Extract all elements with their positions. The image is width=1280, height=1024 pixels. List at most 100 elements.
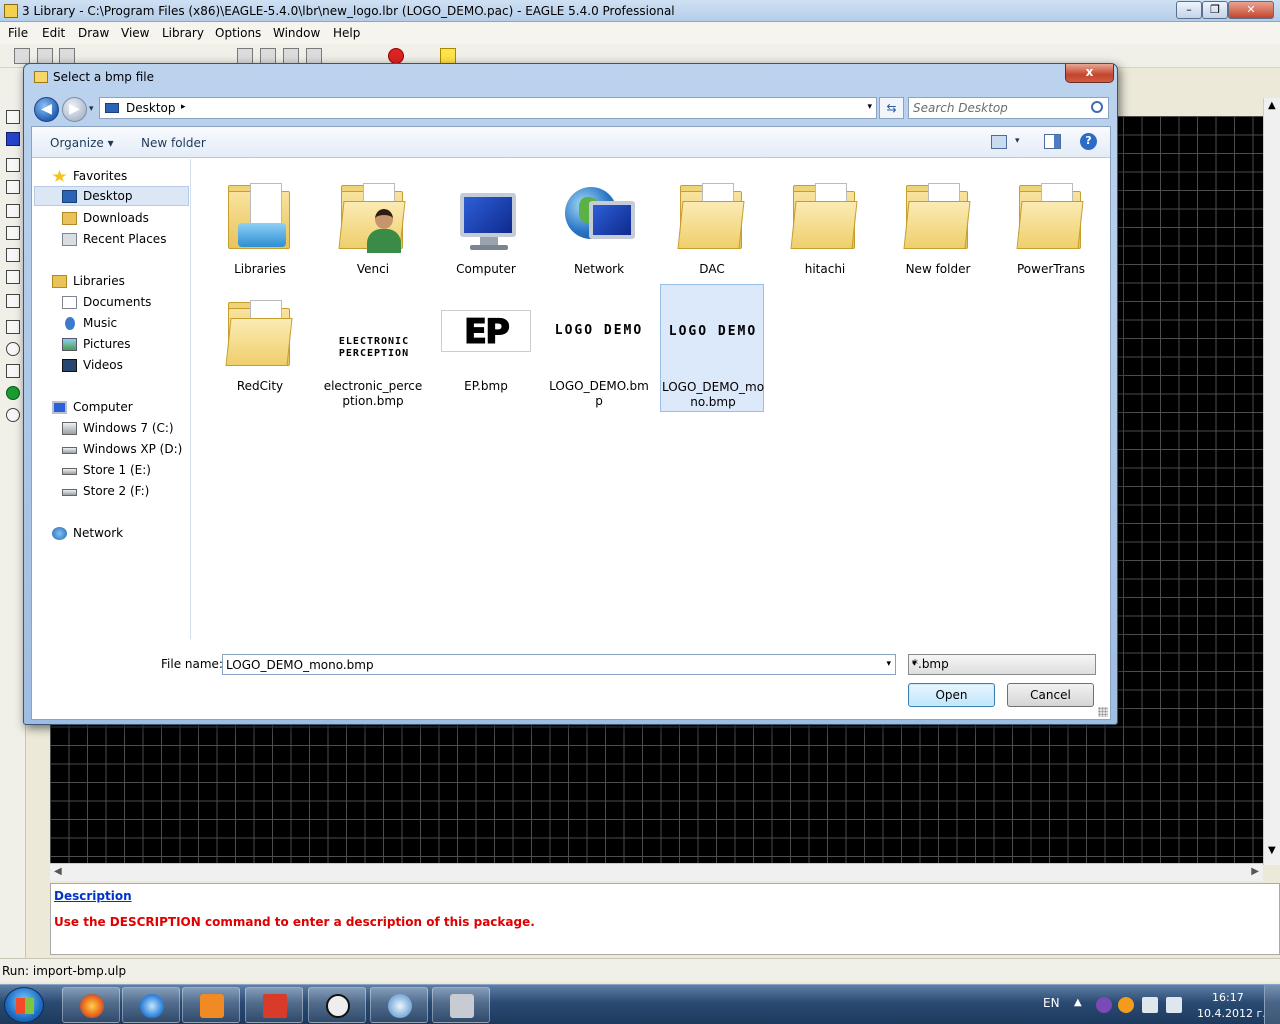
language-indicator[interactable]: EN [1043,996,1060,1010]
resize-grip-icon[interactable] [1098,707,1108,717]
menu-view[interactable]: View [121,26,149,40]
circle-tool-icon[interactable] [6,342,20,356]
address-dropdown-icon[interactable]: ▾ [867,102,872,112]
taskbar-media-player[interactable] [182,987,240,1023]
file-item-libraries[interactable]: Libraries [208,167,312,295]
help-icon[interactable] [440,48,456,64]
zoom-fit-icon[interactable] [237,48,253,64]
file-type-select[interactable]: *.bmp ▾ [908,654,1096,675]
info-tool-icon[interactable] [6,110,20,124]
miter-tool-icon[interactable] [6,294,20,308]
file-item-computer[interactable]: Computer [434,167,538,295]
network-tray-icon[interactable] [1142,997,1158,1013]
search-box[interactable] [908,97,1109,119]
scroll-right-icon[interactable]: ▶ [1251,866,1259,877]
volume-icon[interactable] [1166,997,1182,1013]
nav-drive-d[interactable]: Windows XP (D:) [62,440,187,460]
move-tool-icon[interactable] [6,158,20,172]
taskbar-ie[interactable] [122,987,180,1023]
search-input[interactable] [913,100,1085,116]
chevron-down-icon[interactable]: ▾ [912,659,1091,669]
taskbar-app-5[interactable] [308,987,366,1023]
menu-library[interactable]: Library [162,26,204,40]
vertical-scrollbar[interactable]: ▲ ▼ [1263,98,1280,865]
chevron-down-icon[interactable]: ▾ [886,659,891,669]
delete-tool-icon[interactable] [6,248,20,262]
start-button[interactable] [4,987,44,1023]
file-item-logo-demo-bmp[interactable]: LOGO DEMO LOGO_DEMO.bmp [547,284,651,412]
maximize-button[interactable]: ❐ [1202,1,1228,19]
nav-libraries[interactable]: Libraries [52,272,182,292]
scroll-left-icon[interactable]: ◀ [54,866,62,877]
nav-computer[interactable]: Computer [52,398,182,418]
nav-documents[interactable]: Documents [62,293,187,313]
print-icon[interactable] [59,48,75,64]
nav-downloads[interactable]: Downloads [62,209,187,229]
refresh-icon[interactable]: ⇆ [879,97,904,119]
taskbar-app-6[interactable] [370,987,428,1023]
organize-button[interactable]: Organize ▾ [50,136,114,150]
back-arrow-icon[interactable]: ◀ [34,97,59,122]
nav-pictures[interactable]: Pictures [62,335,187,355]
nav-favorites[interactable]: Favorites [52,167,182,187]
stop-icon[interactable] [388,48,404,64]
close-button[interactable]: ✕ [1228,1,1274,19]
nav-recent-places[interactable]: Recent Places [62,230,187,250]
open-icon[interactable] [14,48,30,64]
nav-desktop[interactable]: Desktop [34,186,189,206]
wire-tool-icon[interactable] [6,320,20,334]
menu-draw[interactable]: Draw [78,26,109,40]
minimize-button[interactable]: – [1176,1,1202,19]
new-folder-button[interactable]: New folder [141,136,206,150]
file-item-new-folder[interactable]: New folder [886,167,990,295]
taskbar-eagle[interactable] [245,987,303,1023]
breadcrumb-desktop[interactable]: Desktop [126,101,176,115]
smash-tool-icon[interactable] [6,270,20,284]
file-item-electronic-perception-bmp[interactable]: ELECTRONIC PERCEPTION electronic_percept… [321,284,425,412]
help-icon[interactable]: ? [1080,133,1097,150]
layer-tool-icon[interactable] [6,132,20,146]
taskbar-firefox[interactable] [62,987,120,1023]
taskbar-app-7[interactable] [432,987,490,1023]
address-bar[interactable]: Desktop ▸ ▾ [99,97,877,119]
file-name-input[interactable] [226,657,866,672]
menu-options[interactable]: Options [215,26,261,40]
menu-file[interactable]: File [8,26,28,40]
scroll-up-icon[interactable]: ▲ [1268,100,1276,111]
breadcrumb-chevron-icon[interactable]: ▸ [181,102,186,112]
file-item-hitachi[interactable]: hitachi [773,167,877,295]
dialog-close-button[interactable]: x [1065,64,1114,83]
tray-app-icon[interactable] [1096,997,1112,1013]
file-item-logo-demo-mono-bmp[interactable]: LOGO DEMO LOGO_DEMO_mono.bmp [660,284,764,412]
preview-pane-icon[interactable] [1044,134,1061,149]
group-tool-icon[interactable] [6,204,20,218]
nav-drive-f[interactable]: Store 2 (F:) [62,482,187,502]
nav-drive-c[interactable]: Windows 7 (C:) [62,419,187,439]
scroll-down-icon[interactable]: ▼ [1268,845,1276,856]
description-link[interactable]: Description [54,889,132,903]
file-item-ep-bmp[interactable]: EP EP.bmp [434,284,538,412]
rect-tool-icon[interactable] [6,364,20,378]
clock-time[interactable]: 16:17 [1212,991,1244,1004]
search-icon[interactable] [1091,101,1103,113]
file-name-combobox[interactable]: ▾ [222,654,896,675]
clock-date[interactable]: 10.4.2012 г. [1197,1007,1266,1020]
save-icon[interactable] [37,48,53,64]
change-view-icon[interactable] [991,135,1007,149]
open-button[interactable]: Open [908,683,995,707]
tray-app-icon-2[interactable] [1118,997,1134,1013]
copy-tool-icon[interactable] [6,180,20,194]
zoom-out-icon[interactable] [283,48,299,64]
zoom-select-icon[interactable] [306,48,322,64]
views-dropdown-icon[interactable]: ▾ [1015,136,1020,146]
forward-arrow-icon[interactable]: ▶ [62,97,87,122]
menu-window[interactable]: Window [273,26,320,40]
file-item-network[interactable]: Network [547,167,651,295]
history-dropdown-icon[interactable]: ▾ [89,104,94,114]
file-item-venci[interactable]: Venci [321,167,425,295]
menu-edit[interactable]: Edit [42,26,65,40]
zoom-in-icon[interactable] [260,48,276,64]
hole-tool-icon[interactable] [6,408,20,422]
nav-drive-e[interactable]: Store 1 (E:) [62,461,187,481]
show-hidden-icons-icon[interactable]: ▲ [1074,997,1082,1008]
